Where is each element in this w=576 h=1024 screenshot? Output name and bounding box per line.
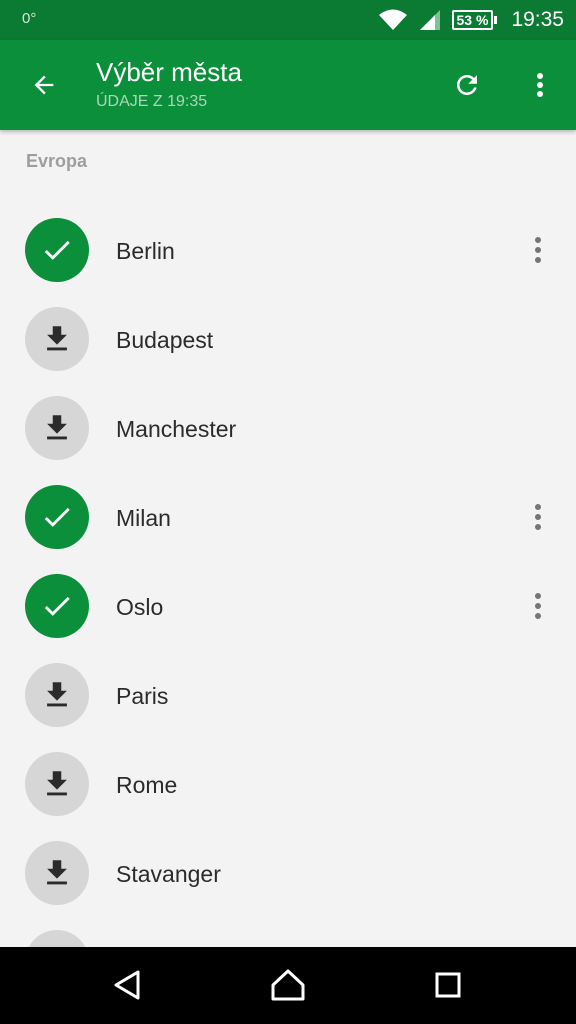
- temperature-text: 0°: [22, 10, 37, 27]
- downloaded-status: [25, 574, 89, 638]
- item-menu-button[interactable]: [516, 493, 560, 541]
- refresh-icon: [457, 75, 477, 95]
- city-name: Paris: [116, 683, 169, 709]
- download-icon: [47, 326, 67, 351]
- screen: 0° 53 % 19:35 Výběr města ÚDAJE Z 19:35 …: [0, 0, 576, 1024]
- refresh-button[interactable]: [443, 61, 491, 109]
- city-name: Manchester: [116, 416, 237, 442]
- city-list-content: Evropa Berlin Budapest Manchester Milan Oslo…: [0, 130, 576, 947]
- check-icon: [44, 240, 70, 260]
- item-menu-button[interactable]: [516, 582, 560, 630]
- check-icon: [44, 507, 70, 527]
- nav-recents-button[interactable]: [420, 959, 476, 1011]
- downloaded-status: [25, 218, 89, 282]
- check-icon: [44, 596, 70, 616]
- download-icon: [47, 682, 67, 707]
- page-subtitle: ÚDAJE Z 19:35: [96, 93, 208, 110]
- download-icon: [47, 415, 67, 440]
- list-item[interactable]: Manchester: [0, 384, 576, 473]
- title-block: Výběr města ÚDAJE Z 19:35: [96, 56, 242, 113]
- battery-icon: 53 %: [451, 10, 498, 30]
- download-button[interactable]: [25, 841, 89, 905]
- downloaded-status: [25, 485, 89, 549]
- city-name: Berlin: [116, 238, 175, 264]
- download-button[interactable]: [25, 663, 89, 727]
- clock: 19:35: [511, 8, 564, 31]
- status-bar: 0° 53 % 19:35: [0, 0, 576, 40]
- battery-level: 53 %: [451, 10, 494, 30]
- page-title: Výběr města: [96, 57, 242, 87]
- item-menu-button[interactable]: [516, 226, 560, 274]
- list-item[interactable]: Oslo: [0, 562, 576, 651]
- status-icons: 53 % 19:35: [378, 0, 564, 40]
- city-name: Budapest: [116, 327, 214, 353]
- more-vert-icon: [535, 593, 541, 619]
- city-name: Milan: [116, 505, 171, 531]
- list-item[interactable]: Paris: [0, 651, 576, 740]
- nav-home-button[interactable]: [260, 959, 316, 1011]
- more-vert-icon: [535, 504, 541, 530]
- city-list: Berlin Budapest Manchester Milan Oslo Paris Ro…: [0, 206, 576, 947]
- list-item[interactable]: Budapest: [0, 295, 576, 384]
- app-bar: Výběr města ÚDAJE Z 19:35: [0, 40, 576, 130]
- list-item[interactable]: Milan: [0, 473, 576, 562]
- download-button[interactable]: [25, 396, 89, 460]
- more-vert-icon: [535, 237, 541, 263]
- arrow-back-icon: [34, 75, 54, 95]
- section-header: Evropa: [26, 151, 88, 171]
- city-name: Oslo: [116, 594, 164, 620]
- download-icon: [47, 860, 67, 885]
- download-icon: [47, 771, 67, 796]
- list-item[interactable]: Berlin: [0, 206, 576, 295]
- download-button[interactable]: [25, 752, 89, 816]
- wifi-icon: [378, 8, 408, 32]
- city-name: Rome: [116, 772, 178, 798]
- nav-back-button[interactable]: [100, 959, 156, 1011]
- back-button[interactable]: [20, 61, 68, 109]
- download-button[interactable]: [25, 307, 89, 371]
- list-item[interactable]: [0, 918, 576, 947]
- city-name: Stavanger: [116, 861, 221, 887]
- square-recents-icon: [435, 972, 461, 998]
- list-item[interactable]: Stavanger: [0, 829, 576, 918]
- list-item[interactable]: Rome: [0, 740, 576, 829]
- triangle-back-icon: [114, 970, 140, 1000]
- navigation-bar: [0, 947, 576, 1024]
- cell-signal-icon: [418, 8, 442, 32]
- download-button[interactable]: [25, 930, 89, 947]
- home-icon: [271, 969, 305, 1001]
- more-vert-icon: [537, 73, 543, 97]
- overflow-menu-button[interactable]: [516, 61, 564, 109]
